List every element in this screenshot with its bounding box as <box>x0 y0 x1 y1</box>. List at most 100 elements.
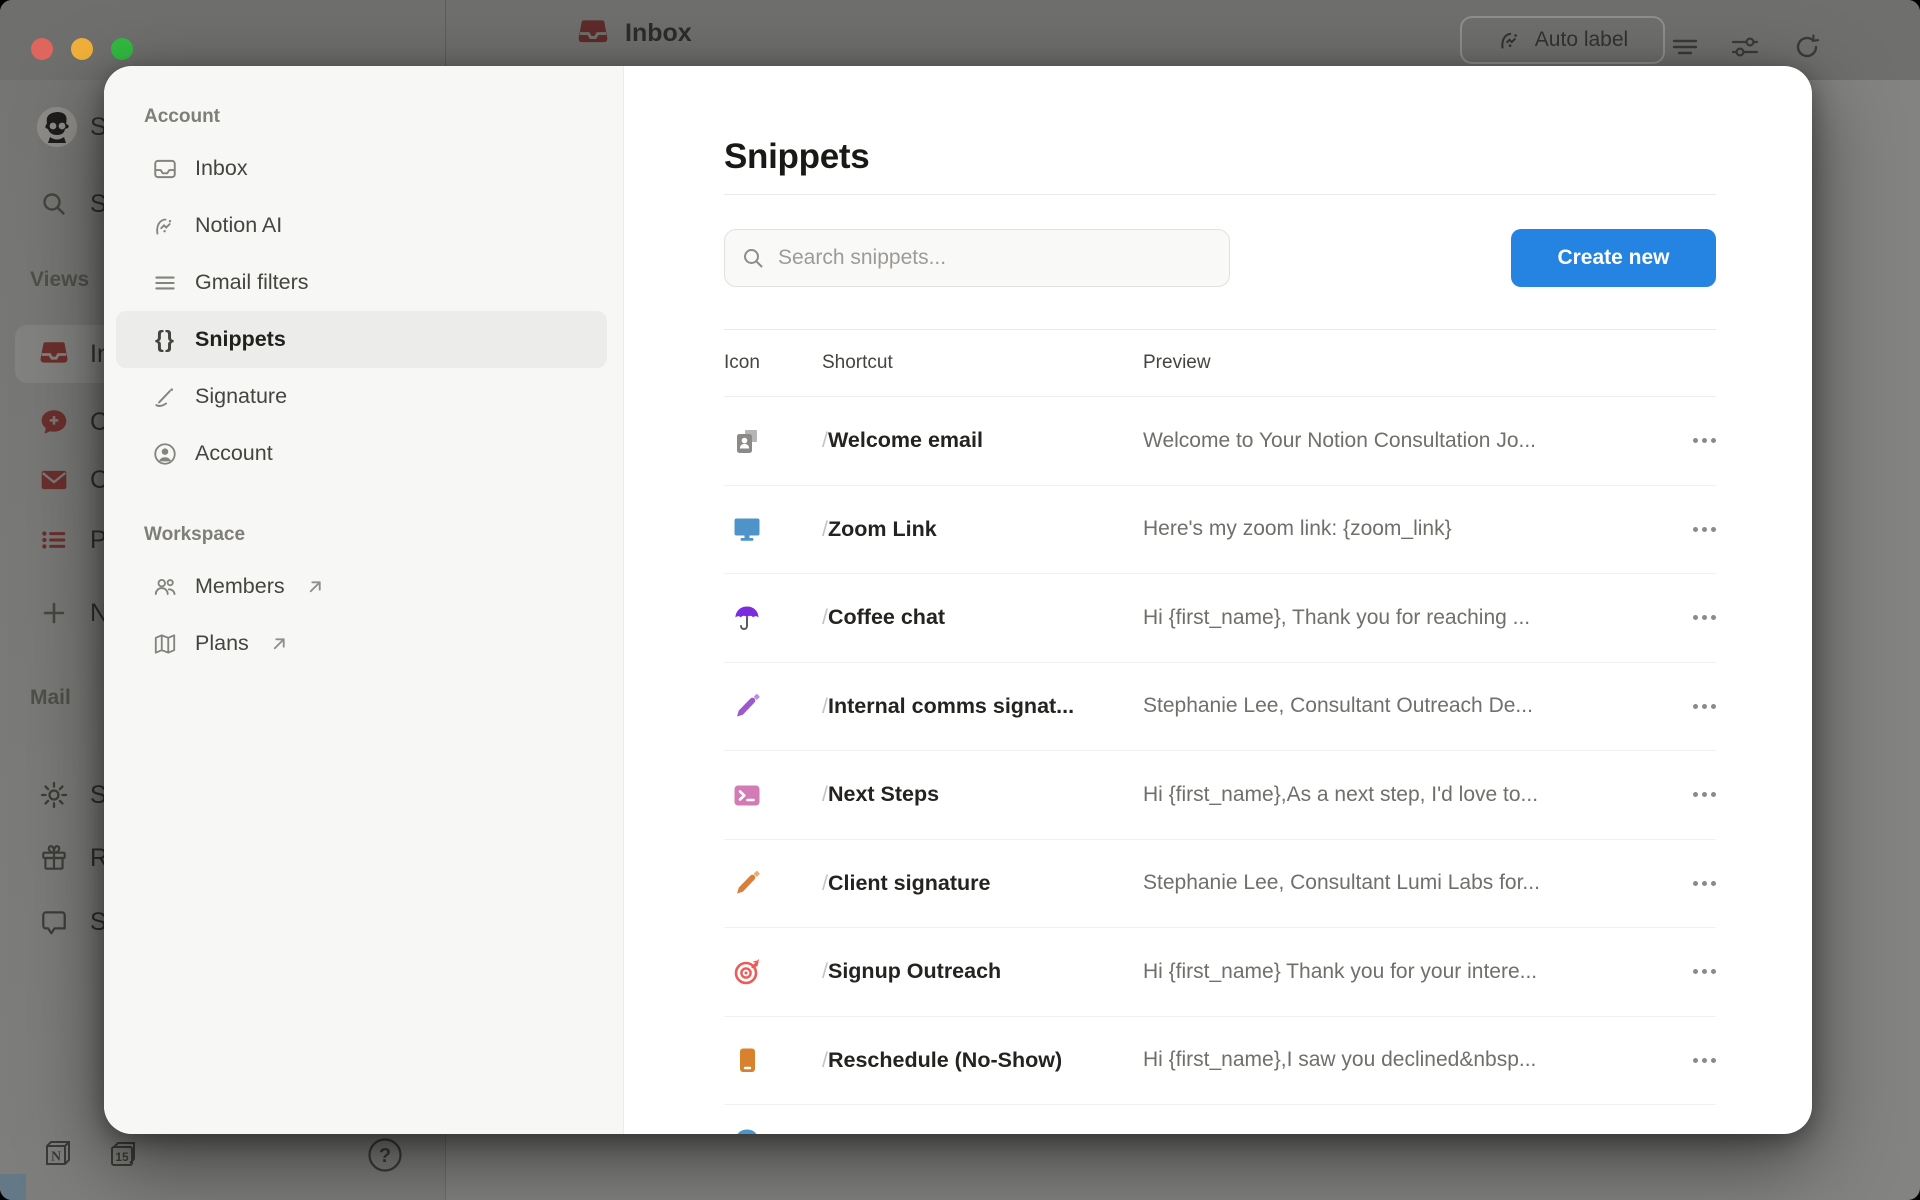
search-icon <box>741 246 765 270</box>
create-new-button[interactable]: Create new <box>1511 229 1716 287</box>
umbrella-icon <box>724 603 822 633</box>
calendar-icon[interactable]: 15 <box>106 1138 142 1174</box>
snippet-row[interactable]: /Internal comms signat... Stephanie Lee,… <box>724 663 1716 752</box>
monitor-icon <box>724 514 822 544</box>
snippet-shortcut: Signup Outreach <box>828 959 1001 983</box>
gift-icon <box>38 842 70 874</box>
snippet-shortcut: Coffee chat <box>828 605 945 629</box>
snippet-row[interactable]: /Signup Outreach Hi {first_name} Thank y… <box>724 928 1716 1017</box>
settings-item-signature[interactable]: Signature <box>116 368 607 425</box>
pen-purple-icon <box>724 691 822 721</box>
sidebar-item-chat[interactable]: C <box>0 402 108 442</box>
settings-item-gmail-filters[interactable]: Gmail filters <box>116 254 607 311</box>
filter-menu-icon[interactable] <box>1670 32 1700 62</box>
sidebar-item-support[interactable]: S <box>0 902 107 942</box>
settings-modal: Account Inbox <box>104 66 1812 1134</box>
close-window-button[interactable] <box>31 38 53 60</box>
screen: Inbox Auto label <box>0 0 1920 1200</box>
snippet-shortcut: Next Steps <box>828 782 939 806</box>
settings-item-plans[interactable]: Plans <box>116 615 607 672</box>
minimize-window-button[interactable] <box>71 38 93 60</box>
snippet-preview: Welcome to Your Notion Consultation Jo..… <box>1143 429 1682 453</box>
zoom-window-button[interactable] <box>111 38 133 60</box>
book-icon <box>724 1045 822 1075</box>
snippet-preview: Hi {first_name}, Thank you for reaching … <box>1143 606 1682 630</box>
contact-card-icon <box>724 426 822 456</box>
profile-name[interactable]: S <box>0 107 107 147</box>
row-menu-button[interactable] <box>1693 432 1716 449</box>
snippet-row[interactable]: /Welcome email Welcome to Your Notion Co… <box>724 397 1716 486</box>
row-menu-button[interactable] <box>1693 1052 1716 1069</box>
notion-logo-icon[interactable]: N <box>40 1138 76 1174</box>
desktop-corner <box>0 1174 26 1200</box>
snippet-row[interactable]: /Zoom Link Here's my zoom link: {zoom_li… <box>724 486 1716 575</box>
members-icon <box>152 574 178 600</box>
external-link-icon <box>270 634 289 653</box>
snippets-panel: Snippets Create new Icon Shortcut Previe… <box>624 66 1812 1134</box>
snippet-preview: Here's my zoom link: {zoom_link} <box>1143 517 1682 541</box>
mail-section-label: Mail <box>30 686 71 710</box>
snippet-row[interactable]: /Client signature Stephanie Lee, Consult… <box>724 840 1716 929</box>
snippet-search-box[interactable] <box>724 229 1230 287</box>
notion-ai-icon <box>152 213 178 239</box>
braces-icon: {} <box>152 327 178 353</box>
snippet-shortcut: Internal comms signat... <box>828 694 1074 718</box>
svg-text:15: 15 <box>115 1150 129 1164</box>
search-input[interactable] <box>778 246 1213 270</box>
background-search[interactable]: S <box>0 184 107 224</box>
chat-plus-icon <box>38 406 70 438</box>
list-icon <box>38 524 70 556</box>
table-header: Icon Shortcut Preview <box>724 330 1716 396</box>
new-view-button[interactable]: N <box>0 593 108 633</box>
sidebar-item-list-view[interactable]: P <box>0 520 107 560</box>
sliders-icon[interactable] <box>1730 32 1760 62</box>
snippet-shortcut: Reschedule (No-Show) <box>828 1048 1062 1072</box>
background-view-title: Inbox <box>625 19 692 48</box>
settings-item-notion-ai[interactable]: Notion AI <box>116 197 607 254</box>
settings-item-inbox[interactable]: Inbox <box>116 140 607 197</box>
sidebar-item-settings[interactable]: S <box>0 775 107 815</box>
views-section-label: Views <box>30 268 89 292</box>
page-title: Snippets <box>724 136 1716 178</box>
row-menu-button[interactable] <box>1693 609 1716 626</box>
settings-sidebar: Account Inbox <box>104 66 624 1134</box>
title-divider <box>724 194 1716 195</box>
svg-text:N: N <box>51 1150 61 1165</box>
refresh-icon[interactable] <box>1792 32 1822 62</box>
snippet-row-partial <box>724 1105 1716 1134</box>
column-header-icon: Icon <box>724 352 822 374</box>
sidebar-item-inbox[interactable]: In <box>0 334 111 374</box>
snippet-row[interactable]: /Reschedule (No-Show) Hi {first_name},I … <box>724 1017 1716 1106</box>
chat-bubble-icon <box>38 906 70 938</box>
notion-ai-icon <box>1497 27 1524 54</box>
column-header-shortcut: Shortcut <box>822 352 1143 374</box>
row-menu-button[interactable] <box>1693 698 1716 715</box>
snippet-row[interactable]: /Coffee chat Hi {first_name}, Thank you … <box>724 574 1716 663</box>
sidebar-item-mail-view[interactable]: C <box>0 460 108 500</box>
person-circle-icon <box>152 441 178 467</box>
filter-lines-icon <box>152 270 178 296</box>
row-menu-button[interactable] <box>1693 963 1716 980</box>
snippet-row[interactable]: /Next Steps Hi {first_name},As a next st… <box>724 751 1716 840</box>
auto-label-button[interactable]: Auto label <box>1460 16 1665 64</box>
settings-item-account[interactable]: Account <box>116 425 607 482</box>
help-icon[interactable]: ? <box>366 1136 402 1172</box>
snippet-shortcut: Welcome email <box>828 428 983 452</box>
snippet-preview: Hi {first_name},I saw you declined&nbsp.… <box>1143 1048 1682 1072</box>
column-header-preview: Preview <box>1143 352 1682 374</box>
map-icon <box>152 631 178 657</box>
settings-item-members[interactable]: Members <box>116 558 607 615</box>
external-link-icon <box>306 577 325 596</box>
snippet-preview: Hi {first_name},As a next step, I'd love… <box>1143 783 1682 807</box>
workspace-section-label: Workspace <box>144 524 623 546</box>
clipped-blue-icon <box>724 1105 822 1134</box>
snippet-preview: Stephanie Lee, Consultant Lumi Labs for.… <box>1143 871 1682 895</box>
terminal-icon <box>724 780 822 810</box>
snippet-preview: Hi {first_name} Thank you for your inter… <box>1143 960 1682 984</box>
row-menu-button[interactable] <box>1693 786 1716 803</box>
snippet-preview: Stephanie Lee, Consultant Outreach De... <box>1143 694 1682 718</box>
row-menu-button[interactable] <box>1693 875 1716 892</box>
sidebar-item-refer[interactable]: R <box>0 838 108 878</box>
row-menu-button[interactable] <box>1693 521 1716 538</box>
settings-item-snippets[interactable]: {} Snippets <box>116 311 607 368</box>
